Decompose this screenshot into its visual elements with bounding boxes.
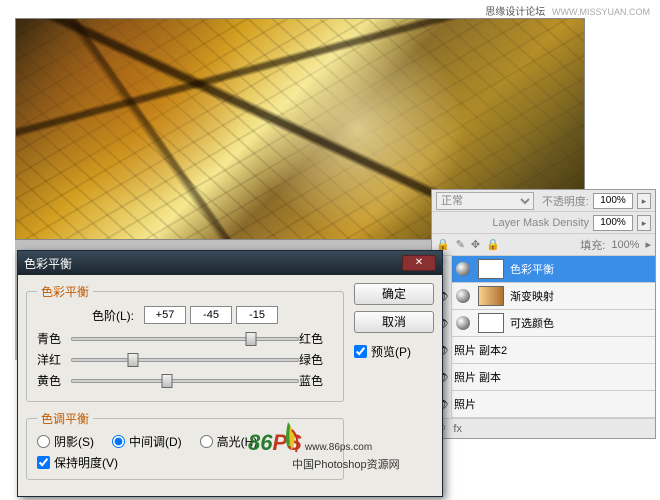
level-input-1[interactable] (190, 306, 232, 324)
blend-mode-select[interactable]: 正常 (436, 192, 534, 210)
adjustment-icon (452, 283, 474, 310)
slider-track[interactable] (71, 379, 299, 383)
tone-balance-group: 色调平衡 阴影(S) 中间调(D) 高光(H) 保持明度(V) (26, 410, 344, 480)
radio-midtones[interactable]: 中间调(D) (112, 433, 182, 450)
radio-shadows[interactable]: 阴影(S) (37, 433, 94, 450)
level-input-0[interactable] (144, 306, 186, 324)
dialog-title: 色彩平衡 (24, 255, 402, 272)
group2-legend: 色调平衡 (37, 410, 93, 427)
layer-name: 照片 副本2 (452, 342, 655, 358)
layer-list: 👁色彩平衡👁渐变映射👁可选颜色👁照片 副本2👁照片 副本👁照片 (432, 256, 655, 418)
mask-row: Layer Mask Density 100% ▸ (432, 212, 655, 234)
slider-left-label: 洋红 (37, 351, 71, 368)
blend-row: 正常 不透明度: 100% ▸ (432, 190, 655, 212)
levels-row: 色阶(L): (37, 306, 333, 324)
slider-handle[interactable] (128, 353, 139, 367)
ok-button[interactable]: 确定 (354, 283, 434, 305)
layer-item[interactable]: 👁色彩平衡 (432, 256, 655, 283)
cancel-button[interactable]: 取消 (354, 311, 434, 333)
layer-tools: ⬭ fx (432, 418, 655, 438)
dialog-titlebar[interactable]: 色彩平衡 ✕ (18, 251, 442, 275)
slider-right-label: 蓝色 (299, 372, 333, 389)
slider-left-label: 青色 (37, 330, 71, 347)
slider-row: 青色 红色 (37, 330, 333, 347)
mask-value[interactable]: 100% (593, 215, 633, 231)
preview-checkbox[interactable]: 预览(P) (354, 343, 434, 360)
layer-name: 可选颜色 (508, 315, 655, 331)
opacity-label: 不透明度: (542, 193, 589, 209)
fx-icon[interactable]: fx (453, 423, 462, 435)
move-icon[interactable]: ✥ (471, 238, 480, 251)
layer-item[interactable]: 👁照片 副本 (432, 364, 655, 391)
adjustment-icon (452, 256, 474, 283)
layer-thumbnail (478, 313, 504, 333)
fill-arrow-icon[interactable]: ▸ (645, 238, 651, 251)
layer-thumbnail (478, 286, 504, 306)
slider-right-label: 绿色 (299, 351, 333, 368)
opacity-arrow-icon[interactable]: ▸ (637, 193, 651, 209)
slider-handle[interactable] (245, 332, 256, 346)
slider-row: 黄色 蓝色 (37, 372, 333, 389)
close-icon[interactable]: ✕ (402, 255, 436, 271)
slider-right-label: 红色 (299, 330, 333, 347)
tone-radio-row: 阴影(S) 中间调(D) 高光(H) (37, 433, 333, 450)
fill-label: 填充: (580, 237, 605, 253)
lock-row: 🔒 ✎ ✥ 🔒 填充: 100% ▸ (432, 234, 655, 256)
mask-arrow-icon[interactable]: ▸ (637, 215, 651, 231)
lock-all-icon[interactable]: 🔒 (486, 238, 500, 251)
slider-left-label: 黄色 (37, 372, 71, 389)
layer-item[interactable]: 👁可选颜色 (432, 310, 655, 337)
radio-highlights[interactable]: 高光(H) (200, 433, 258, 450)
layer-item[interactable]: 👁渐变映射 (432, 283, 655, 310)
adjustment-icon (452, 310, 474, 337)
layer-item[interactable]: 👁照片 (432, 391, 655, 418)
layer-name: 照片 (452, 396, 655, 412)
levels-label: 色阶(L): (92, 307, 134, 324)
preserve-luminosity[interactable]: 保持明度(V) (37, 454, 333, 471)
layer-name: 渐变映射 (508, 288, 655, 304)
slider-row: 洋红 绿色 (37, 351, 333, 368)
watermark-sub: WWW.MISSYUAN.COM (552, 7, 650, 17)
layers-panel: 正常 不透明度: 100% ▸ Layer Mask Density 100% … (431, 189, 656, 439)
layer-thumbnail (478, 259, 504, 279)
level-input-2[interactable] (236, 306, 278, 324)
slider-handle[interactable] (161, 374, 172, 388)
mask-label: Layer Mask Density (492, 217, 589, 229)
color-balance-dialog: 色彩平衡 ✕ 色彩平衡 色阶(L): 青色 红色洋红 绿色黄色 蓝色 色调平衡 阴影(… (17, 250, 443, 497)
slider-track[interactable] (71, 358, 299, 362)
opacity-value[interactable]: 100% (593, 193, 633, 209)
layer-name: 色彩平衡 (508, 261, 655, 277)
color-balance-group: 色彩平衡 色阶(L): 青色 红色洋红 绿色黄色 蓝色 (26, 283, 344, 402)
slider-track[interactable] (71, 337, 299, 341)
group1-legend: 色彩平衡 (37, 283, 93, 300)
layer-name: 照片 副本 (452, 369, 655, 385)
fill-value[interactable]: 100% (611, 239, 639, 251)
layer-item[interactable]: 👁照片 副本2 (432, 337, 655, 364)
watermark-top: 思缘设计论坛 WWW.MISSYUAN.COM (485, 3, 650, 18)
brush-icon[interactable]: ✎ (456, 238, 465, 251)
watermark-main: 思缘设计论坛 (485, 7, 545, 18)
